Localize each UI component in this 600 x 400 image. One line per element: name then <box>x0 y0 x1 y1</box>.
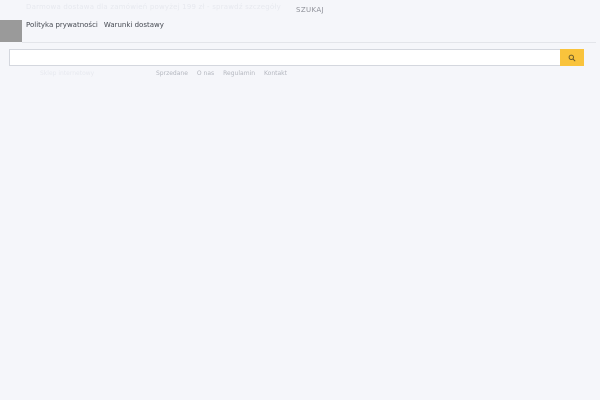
main-nav: Sprzedane O nas Regulamin Kontakt <box>156 70 287 77</box>
nav-item-sold[interactable]: Sprzedane <box>156 70 188 77</box>
top-links: Polityka prywatności Warunki dostawy <box>26 21 164 29</box>
page: Darmowa dostawa dla zamówień powyżej 199… <box>0 0 600 400</box>
nav-item-contact[interactable]: Kontakt <box>264 70 287 77</box>
brand-name: Sklep internetowy <box>40 70 95 77</box>
search-button[interactable] <box>560 49 584 66</box>
logo-placeholder <box>0 20 22 42</box>
nav-item-about[interactable]: O nas <box>197 70 214 77</box>
search-icon <box>568 54 576 62</box>
promo-banner-text: Darmowa dostawa dla zamówień powyżej 199… <box>26 3 281 11</box>
search-bar <box>9 49 584 66</box>
nav-item-terms[interactable]: Regulamin <box>223 70 255 77</box>
header-divider <box>22 42 596 43</box>
privacy-policy-link[interactable]: Polityka prywatności <box>26 21 98 29</box>
search-input[interactable] <box>9 49 560 66</box>
delivery-terms-link[interactable]: Warunki dostawy <box>104 21 164 29</box>
nav-row: Sklep internetowy Sprzedane O nas Regula… <box>0 70 600 80</box>
top-strip: Darmowa dostawa dla zamówień powyżej 199… <box>0 0 600 20</box>
header-search-label[interactable]: SZUKAJ <box>296 6 324 14</box>
